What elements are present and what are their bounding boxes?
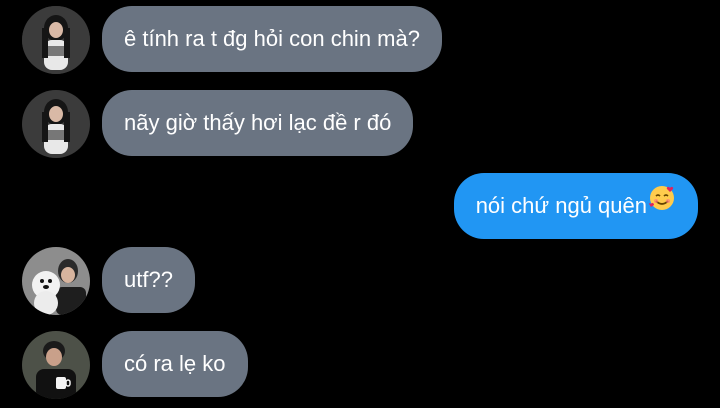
avatar[interactable] [22, 6, 90, 74]
message-row: ê tính ra t đg hỏi con chin mà? [0, 6, 720, 76]
message-row: nói chứ ngủ quên [0, 173, 720, 239]
outgoing-message-bubble[interactable]: nói chứ ngủ quên [453, 172, 698, 239]
outgoing-message-text: nói chứ ngủ quên [475, 193, 647, 218]
message-row: có ra lẹ ko [0, 331, 720, 401]
avatar[interactable] [22, 90, 90, 158]
avatar[interactable] [22, 331, 90, 399]
incoming-message-bubble[interactable]: ê tính ra t đg hỏi con chin mà? [102, 6, 442, 72]
message-row: nãy giờ thấy hơi lạc đề r đó [0, 90, 720, 160]
chat-thread: ê tính ra t đg hỏi con chin mà? nãy giờ … [0, 0, 720, 408]
incoming-message-bubble[interactable]: nãy giờ thấy hơi lạc đề r đó [102, 90, 414, 156]
avatar[interactable] [22, 247, 90, 315]
message-row: utf?? [0, 247, 720, 317]
incoming-message-bubble[interactable]: có ra lẹ ko [102, 331, 248, 397]
incoming-message-bubble[interactable]: utf?? [102, 247, 195, 313]
smiling-face-with-hearts-icon [648, 172, 676, 238]
